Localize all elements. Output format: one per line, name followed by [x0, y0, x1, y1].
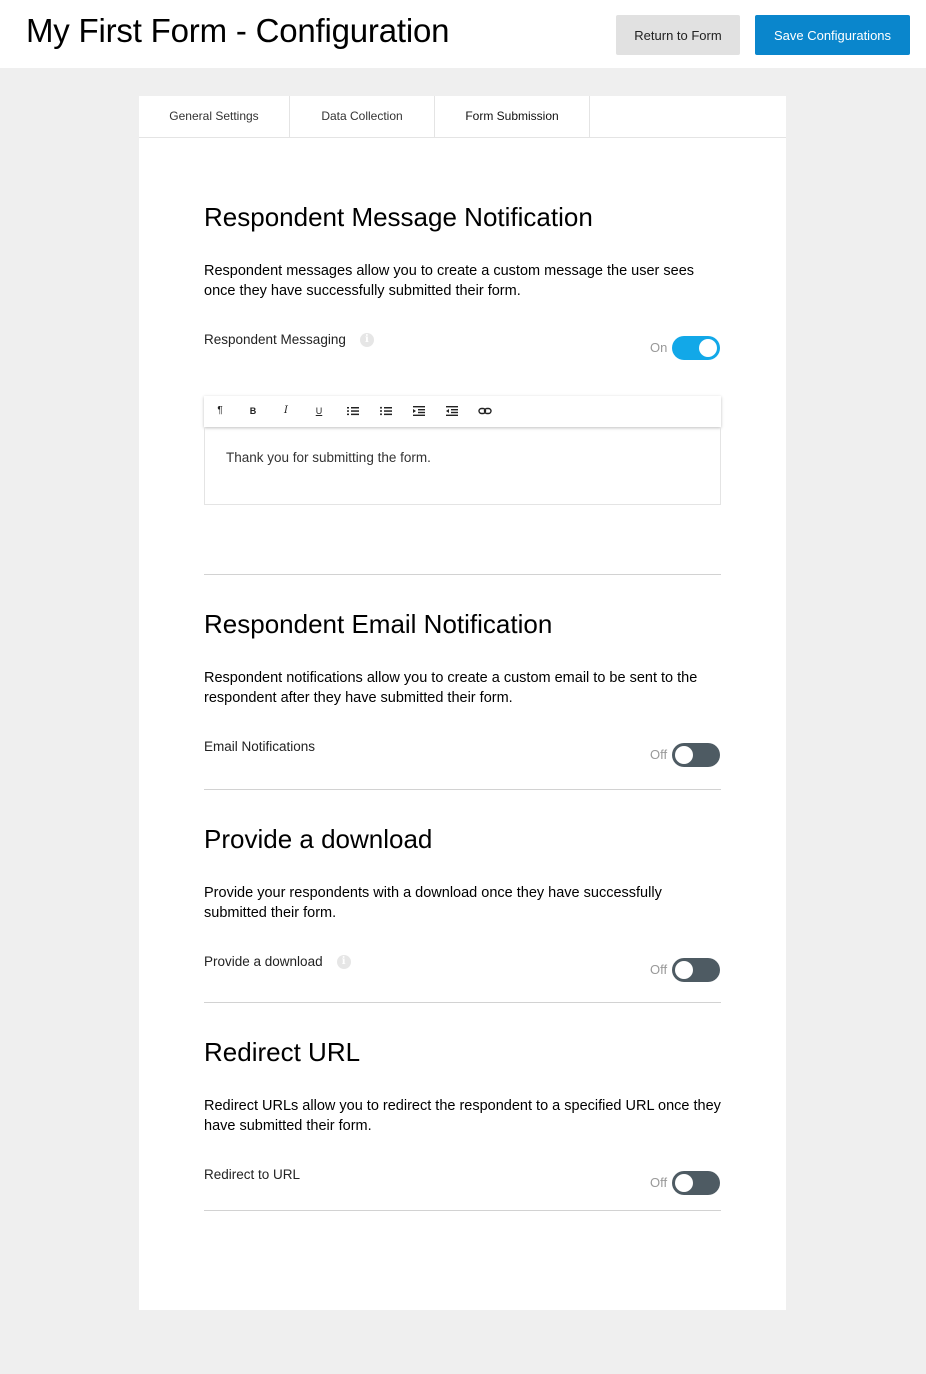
- download-description: Provide your respondents with a download…: [204, 885, 662, 921]
- respondent-message-heading: Respondent Message Notification: [204, 202, 593, 232]
- redirect-to-url-toggle[interactable]: [672, 1171, 720, 1195]
- unordered-list-icon[interactable]: [379, 404, 393, 418]
- editor-content-area[interactable]: Thank you for submitting the form.: [204, 428, 721, 505]
- respondent-messaging-row: Respondent Messaging i: [204, 332, 374, 348]
- email-notifications-label: Email Notifications: [204, 739, 316, 754]
- toggle-state-label: Off: [650, 747, 668, 762]
- tab-general-settings[interactable]: General Settings: [139, 96, 290, 137]
- respondent-email-description: Respondent notifications allow you to cr…: [204, 670, 698, 706]
- respondent-message-description: Respondent messages allow you to create …: [204, 263, 695, 299]
- info-icon[interactable]: i: [359, 333, 374, 348]
- redirect-to-url-label: Redirect to URL: [204, 1167, 301, 1182]
- redirect-heading: Redirect URL: [204, 1037, 361, 1067]
- indent-icon[interactable]: [412, 404, 426, 418]
- link-icon[interactable]: [478, 404, 492, 418]
- provide-download-toggle[interactable]: [672, 958, 720, 982]
- toggle-knob: [675, 1174, 693, 1192]
- tab-form-submission[interactable]: Form Submission: [435, 96, 590, 137]
- email-notifications-toggle[interactable]: [672, 743, 720, 767]
- respondent-messaging-label: Respondent Messaging: [204, 332, 346, 347]
- provide-download-label: Provide a download: [204, 954, 323, 969]
- underline-icon[interactable]: U: [312, 404, 326, 418]
- bold-icon[interactable]: B: [246, 404, 260, 418]
- toggle-knob: [699, 339, 717, 357]
- respondent-email-heading: Respondent Email Notification: [204, 609, 553, 639]
- outdent-icon[interactable]: [445, 404, 459, 418]
- italic-icon[interactable]: I: [279, 404, 293, 418]
- save-configurations-button[interactable]: Save Configurations: [755, 15, 910, 55]
- ordered-list-icon[interactable]: [346, 404, 360, 418]
- top-header: My First Form - Configuration Return to …: [0, 0, 926, 68]
- section-divider: [204, 789, 721, 790]
- editor-toolbar: ¶ B I U: [204, 396, 721, 427]
- editor-content-text: Thank you for submitting the form.: [226, 450, 431, 465]
- configuration-card: General Settings Data Collection Form Su…: [139, 96, 786, 1310]
- tab-bar: General Settings Data Collection Form Su…: [139, 96, 786, 138]
- provide-download-row: Provide a download i: [204, 954, 351, 970]
- section-divider: [204, 1002, 721, 1003]
- toggle-state-label: Off: [650, 1175, 668, 1190]
- info-icon[interactable]: i: [336, 955, 351, 970]
- section-divider: [204, 1210, 721, 1211]
- toggle-knob: [675, 746, 693, 764]
- toggle-state-label: On: [650, 340, 668, 355]
- tab-data-collection[interactable]: Data Collection: [290, 96, 435, 137]
- return-to-form-button[interactable]: Return to Form: [616, 15, 740, 55]
- respondent-messaging-toggle[interactable]: [672, 336, 720, 360]
- download-heading: Provide a download: [204, 824, 433, 854]
- page-title: My First Form - Configuration: [26, 12, 450, 49]
- section-divider: [204, 574, 721, 575]
- toggle-knob: [675, 961, 693, 979]
- paragraph-icon[interactable]: ¶: [213, 404, 227, 418]
- rich-text-editor: ¶ B I U Thank you for submitting the for…: [204, 396, 721, 505]
- redirect-description: Redirect URLs allow you to redirect the …: [204, 1098, 721, 1134]
- toggle-state-label: Off: [650, 962, 668, 977]
